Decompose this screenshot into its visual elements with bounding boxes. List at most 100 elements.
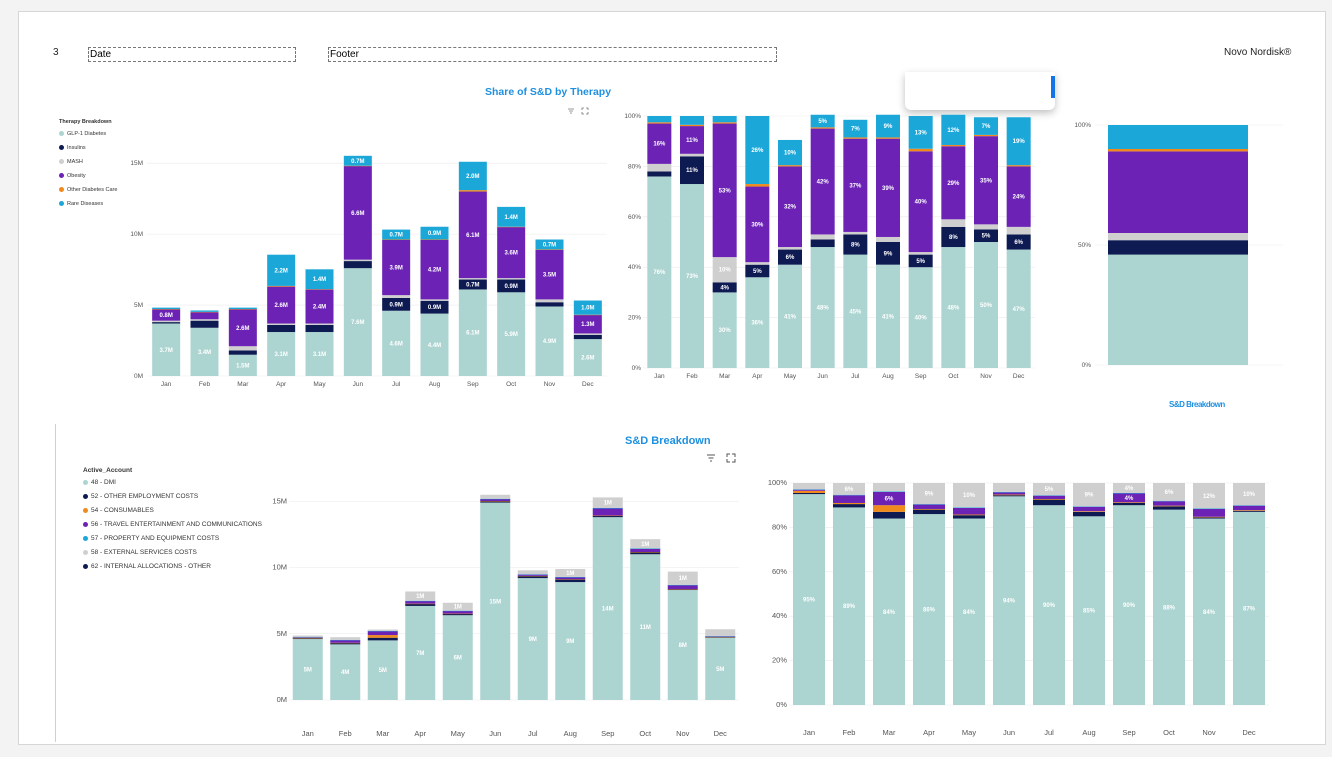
- data-label: 0.7M: [389, 233, 402, 239]
- data-label: 3.9M: [389, 265, 402, 271]
- legend-item-obesity[interactable]: Obesity: [59, 173, 86, 179]
- bar-segment: [974, 134, 998, 137]
- legend-item-rare-diseases[interactable]: Rare Diseases: [59, 201, 103, 207]
- bar-segment: [367, 637, 398, 641]
- y-tick-label: 0%: [776, 700, 787, 709]
- y-tick-label: 0M: [134, 373, 143, 380]
- bar-segment: [941, 144, 966, 147]
- bar-segment: [793, 489, 825, 490]
- filter-icon[interactable]: [567, 102, 575, 114]
- bar-segment: [592, 515, 623, 517]
- bar-segment: [712, 116, 737, 123]
- data-label: 16%: [653, 142, 666, 148]
- legend-label: Obesity: [67, 173, 86, 179]
- bar-segment: [330, 640, 361, 643]
- data-label: 30%: [719, 328, 732, 334]
- bar-segment: [330, 637, 361, 640]
- data-label: 4M: [341, 670, 349, 676]
- date-placeholder[interactable]: Date: [88, 47, 296, 62]
- data-label: 6%: [1165, 490, 1174, 496]
- bar-segment: [941, 219, 966, 227]
- bar-segment: [1178, 151, 1248, 233]
- data-label: 85%: [1083, 609, 1096, 615]
- x-tick-label: Sep: [467, 381, 479, 388]
- data-label: 1.4M: [313, 277, 326, 283]
- bar-segment: [535, 302, 564, 307]
- data-label: 5M: [304, 668, 312, 674]
- data-label: 7%: [851, 127, 860, 133]
- bar-segment: [267, 323, 296, 325]
- bar-segment: [1108, 125, 1178, 149]
- small-share-chart: 0% 50% 100%: [1074, 122, 1283, 369]
- legend-dot: [59, 159, 64, 165]
- data-label: 1.0M: [581, 306, 594, 312]
- legend-item-employment[interactable]: 52 - OTHER EMPLOYMENT COSTS: [83, 493, 198, 500]
- data-label: 41%: [882, 314, 895, 320]
- bar-segment: [953, 507, 985, 508]
- bar-segment: [953, 515, 985, 519]
- bar-segment: [592, 508, 623, 509]
- bar-segment: [1193, 508, 1225, 510]
- data-label: 5%: [916, 259, 925, 265]
- context-popup[interactable]: [905, 72, 1055, 110]
- breakdown-chart-title: S&D Breakdown: [625, 435, 711, 447]
- data-label: 1M: [641, 542, 649, 548]
- focus-mode-icon[interactable]: [726, 450, 736, 463]
- bar-segment: [190, 310, 219, 312]
- bar-segment: [152, 307, 181, 310]
- x-tick-label: Sep: [1122, 728, 1135, 737]
- bar-segment: [190, 311, 219, 313]
- x-tick-label: Apr: [923, 728, 935, 737]
- bar-segment: [405, 603, 436, 605]
- filter-icon[interactable]: [706, 450, 716, 462]
- data-label: 90%: [1123, 603, 1136, 609]
- legend-item-insulins[interactable]: Insulins: [59, 145, 86, 151]
- bar-segment: [497, 278, 526, 280]
- data-label: 3.4M: [198, 350, 211, 356]
- bar-segment: [778, 165, 802, 167]
- data-label: 0.9M: [504, 284, 517, 290]
- data-label: 8%: [851, 243, 860, 249]
- data-label: 36%: [751, 321, 764, 327]
- bar-segment: [330, 642, 361, 644]
- bar-segment: [667, 584, 698, 586]
- legend-item-glp1[interactable]: GLP-1 Diabetes: [59, 131, 106, 137]
- bar-segment: [267, 324, 296, 333]
- data-label: 9M: [566, 639, 574, 645]
- legend-item-dmi[interactable]: 48 - DMI: [83, 479, 116, 486]
- legend-item-travel[interactable]: 56 - TRAVEL ENTERTAINMENT AND COMMUNICAT…: [83, 521, 262, 528]
- bar-segment: [1233, 510, 1265, 512]
- legend-label: GLP-1 Diabetes: [67, 131, 107, 137]
- bar-segment: [458, 190, 487, 192]
- x-tick-label: Dec: [1242, 728, 1256, 737]
- x-tick-label: Mar: [719, 373, 731, 380]
- legend-item-internal[interactable]: 62 - INTERNAL ALLOCATIONS - OTHER: [83, 563, 211, 570]
- x-tick-label: Mar: [376, 729, 389, 738]
- bar-segment: [228, 309, 257, 310]
- legend-item-property[interactable]: 57 - PROPERTY AND EQUIPMENT COSTS: [83, 535, 219, 542]
- bar-segment: [305, 323, 334, 325]
- legend-item-consumables[interactable]: 54 - CONSUMABLES: [83, 507, 154, 514]
- bar-segment: [190, 312, 219, 320]
- y-tick-label: 20%: [772, 656, 787, 665]
- legend-item-external[interactable]: 58 - EXTERNAL SERVICES COSTS: [83, 549, 197, 556]
- data-label: 7%: [982, 124, 991, 130]
- account-legend: Active_Account 48 - DMI 52 - OTHER EMPLO…: [83, 467, 263, 571]
- data-label: 5%: [818, 119, 827, 125]
- y-tick-label: 80%: [772, 522, 787, 531]
- bar-segment: [630, 548, 661, 549]
- bar-segment: [292, 638, 323, 640]
- breakdown-chart: 0M 5M 10M 15M 5M Jan 4M Feb 5M Mar 7M 1M Apr 6M 1M May 1…: [272, 494, 739, 738]
- data-label: 5%: [753, 269, 762, 275]
- focus-mode-icon[interactable]: [581, 102, 589, 115]
- x-tick-label: Dec: [582, 381, 594, 388]
- x-tick-label: May: [962, 728, 976, 737]
- x-tick-label: Dec: [1013, 373, 1025, 380]
- bar-segment: [405, 603, 436, 606]
- x-tick-label: Aug: [429, 381, 441, 388]
- bar-segment: [152, 322, 181, 324]
- footer-placeholder[interactable]: Footer: [328, 47, 777, 62]
- data-label: 76%: [653, 270, 666, 276]
- bar-segment: [367, 629, 398, 631]
- legend-item-mash[interactable]: MASH: [59, 159, 83, 165]
